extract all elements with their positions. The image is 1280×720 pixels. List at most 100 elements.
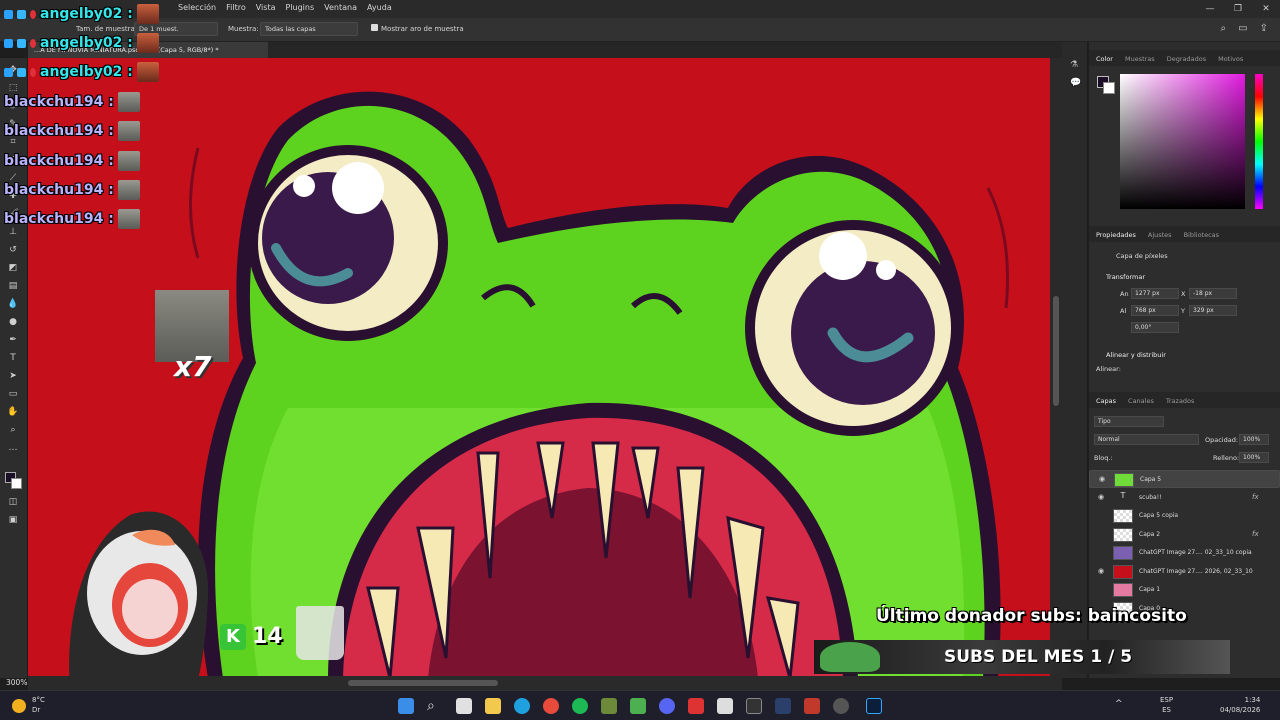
hand-tool-icon[interactable]: ✋ [6, 406, 20, 418]
layer-filter-select[interactable]: Tipo [1094, 416, 1164, 427]
zoom-level[interactable]: 300% [6, 678, 27, 687]
task-view-icon[interactable] [456, 698, 472, 714]
creeper-icon[interactable] [630, 698, 646, 714]
tab-muestras[interactable]: Muestras [1125, 55, 1155, 63]
gradient-tool-icon[interactable]: ▤ [6, 280, 20, 292]
tab-bibliotecas[interactable]: Bibliotecas [1184, 231, 1219, 239]
visibility-eye-icon[interactable]: ◉ [1098, 493, 1104, 501]
background-color-swatch[interactable] [11, 478, 22, 489]
bg-app-icon[interactable] [775, 698, 791, 714]
search-taskbar-icon[interactable]: ⌕ [427, 698, 443, 714]
hue-slider[interactable] [1255, 74, 1263, 209]
screen-mode-icon[interactable]: ▣ [6, 514, 20, 526]
quick-mask-icon[interactable]: ◫ [6, 496, 20, 508]
shape-tool-icon[interactable]: ▭ [6, 388, 20, 400]
vertical-scroll-thumb[interactable] [1053, 296, 1059, 406]
comments-panel-icon[interactable]: 💬 [1070, 78, 1081, 88]
tray-chevron-icon[interactable]: ^ [1115, 699, 1123, 709]
chat-username[interactable]: angelby02 : [40, 6, 133, 22]
tab-ajustes[interactable]: Ajustes [1148, 231, 1172, 239]
transform-header[interactable]: Transformar [1106, 273, 1145, 281]
tab-capas[interactable]: Capas [1096, 397, 1116, 405]
menu-ventana[interactable]: Ventana [324, 3, 357, 12]
photoshop-icon[interactable] [866, 698, 882, 714]
menu-filtro[interactable]: Filtro [226, 3, 246, 12]
weather-icon[interactable] [12, 699, 26, 713]
language-indicator[interactable]: ESP ES [1160, 695, 1173, 715]
tab-color[interactable]: Color [1096, 55, 1113, 63]
horizontal-scroll-thumb[interactable] [348, 680, 498, 686]
width-field[interactable]: 1277 px [1131, 288, 1179, 299]
restore-button[interactable]: ❐ [1224, 0, 1252, 18]
layer-row[interactable]: ◉ Capa 5 [1089, 470, 1280, 488]
capcut-icon[interactable] [746, 698, 762, 714]
close-button[interactable]: ✕ [1252, 0, 1280, 18]
layer-effects-icon[interactable]: fx [1252, 530, 1259, 538]
path-select-icon[interactable]: ➤ [6, 370, 20, 382]
chat-username[interactable]: blackchu194 : [4, 182, 114, 198]
x-field[interactable]: -18 px [1189, 288, 1237, 299]
angle-field[interactable]: 0,00° [1131, 322, 1179, 333]
chat-username[interactable]: angelby02 : [40, 35, 133, 51]
color-picker-field[interactable] [1120, 74, 1245, 209]
discord-icon[interactable] [659, 698, 675, 714]
eraser-tool-icon[interactable]: ◩ [6, 262, 20, 274]
store-icon[interactable] [717, 698, 733, 714]
chat-username[interactable]: angelby02 : [40, 64, 133, 80]
color-background-swatch[interactable] [1103, 82, 1115, 94]
start-icon[interactable] [398, 698, 414, 714]
tab-degradados[interactable]: Degradados [1167, 55, 1206, 63]
blur-tool-icon[interactable]: 💧 [6, 298, 20, 310]
weather-widget[interactable]: 8°C Dr [32, 695, 45, 715]
layer-row[interactable]: ◉ Tscuba!! fx [1089, 489, 1280, 507]
chrome-icon[interactable] [543, 698, 559, 714]
tab-trazados[interactable]: Trazados [1166, 397, 1195, 405]
history-brush-icon[interactable]: ↺ [6, 244, 20, 256]
menu-seleccion[interactable]: Selección [178, 3, 216, 12]
layer-row[interactable]: ◉ ChatGPT Image 27.... 2026, 02_33_10 [1089, 563, 1280, 581]
pen-tool-icon[interactable]: ✒ [6, 334, 20, 346]
workspace-icon[interactable]: ▭ [1238, 23, 1247, 34]
more-tools-icon[interactable]: … [6, 442, 20, 454]
show-ring-checkbox[interactable] [371, 24, 378, 31]
opacity-field[interactable]: 100% [1239, 434, 1269, 445]
zoom-tool-icon[interactable]: ⌕ [6, 424, 20, 436]
menu-vista[interactable]: Vista [256, 3, 276, 12]
chat-username[interactable]: blackchu194 : [4, 153, 114, 169]
share-icon[interactable]: ⇪ [1260, 23, 1268, 34]
chat-username[interactable]: blackchu194 : [4, 123, 114, 139]
menu-ayuda[interactable]: Ayuda [367, 3, 392, 12]
layer-row[interactable]: Capa 1 [1089, 581, 1280, 599]
layer-row[interactable]: Capa 5 copia [1089, 507, 1280, 525]
dodge-tool-icon[interactable]: ● [6, 316, 20, 328]
sample-select[interactable]: Todas las capas [260, 22, 358, 36]
tab-canales[interactable]: Canales [1128, 397, 1154, 405]
blend-mode-select[interactable]: Normal [1094, 434, 1199, 445]
menu-plugins[interactable]: Plugins [285, 3, 314, 12]
search-icon[interactable]: ⌕ [1221, 23, 1227, 34]
tab-motivos[interactable]: Motivos [1218, 55, 1243, 63]
y-field[interactable]: 329 px [1189, 305, 1237, 316]
file-explorer-icon[interactable] [485, 698, 501, 714]
minimize-button[interactable]: — [1196, 0, 1224, 18]
clock[interactable]: 1:34 04/08/2026 [1220, 695, 1260, 715]
edge-icon[interactable] [514, 698, 530, 714]
chat-username[interactable]: blackchu194 : [4, 211, 114, 227]
visibility-eye-icon[interactable]: ◉ [1098, 567, 1104, 575]
height-field[interactable]: 768 px [1131, 305, 1179, 316]
history-panel-icon[interactable]: ⚗ [1070, 60, 1078, 70]
app-icon-red[interactable] [688, 698, 704, 714]
layer-row[interactable]: Capa 2 fx [1089, 526, 1280, 544]
spotify-icon[interactable] [572, 698, 588, 714]
align-header[interactable]: Alinear y distribuir [1106, 351, 1166, 359]
chat-username[interactable]: blackchu194 : [4, 94, 114, 110]
minecraft-icon[interactable] [601, 698, 617, 714]
steam-icon[interactable] [833, 698, 849, 714]
valorant-icon[interactable] [804, 698, 820, 714]
vertical-scrollbar[interactable] [1050, 58, 1062, 678]
visibility-eye-icon[interactable]: ◉ [1099, 475, 1105, 483]
tab-propiedades[interactable]: Propiedades [1096, 231, 1136, 239]
type-tool-icon[interactable]: T [6, 352, 20, 364]
layer-effects-icon[interactable]: fx [1252, 493, 1259, 501]
fill-field[interactable]: 100% [1239, 452, 1269, 463]
